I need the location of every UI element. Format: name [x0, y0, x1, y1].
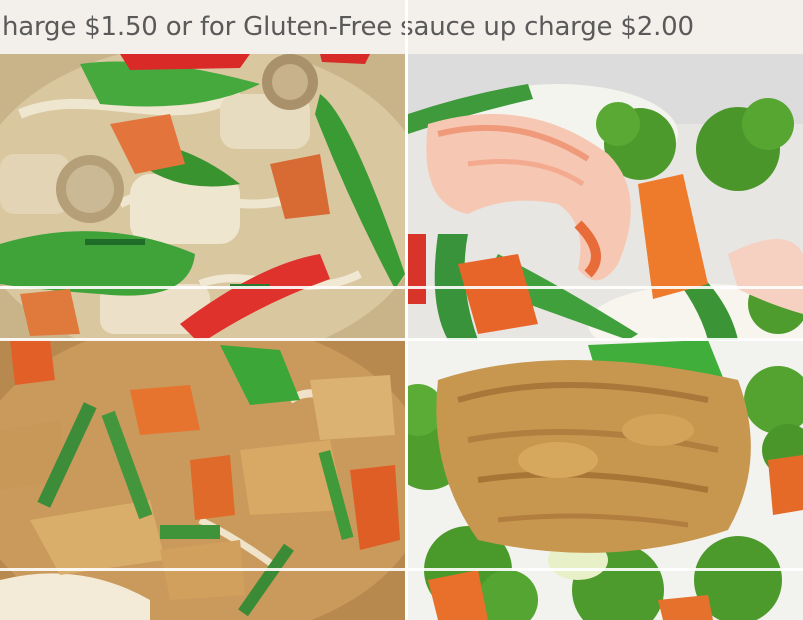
- food-image-shrimp-vegetables[interactable]: [408, 54, 803, 340]
- tile-divider-horizontal-1: [0, 286, 803, 289]
- food-image-chicken-broccoli[interactable]: [408, 340, 803, 620]
- food-image-4-graphic: [408, 340, 803, 620]
- food-image-chicken-greenbeans[interactable]: [0, 340, 405, 620]
- food-image-1-graphic: [0, 54, 405, 340]
- tile-divider-horizontal-2: [0, 338, 803, 341]
- price-banner: harge $1.50 or for Gluten-Free sauce up …: [0, 0, 803, 54]
- food-image-3-graphic: [0, 340, 405, 620]
- food-image-gallery: [0, 54, 803, 620]
- price-note-text: harge $1.50 or for Gluten-Free sauce up …: [2, 12, 694, 42]
- tile-divider-vertical: [405, 0, 408, 620]
- food-image-chicken-snowpeas[interactable]: [0, 54, 405, 340]
- tile-divider-horizontal-3: [0, 568, 803, 571]
- food-image-2-graphic: [408, 54, 803, 340]
